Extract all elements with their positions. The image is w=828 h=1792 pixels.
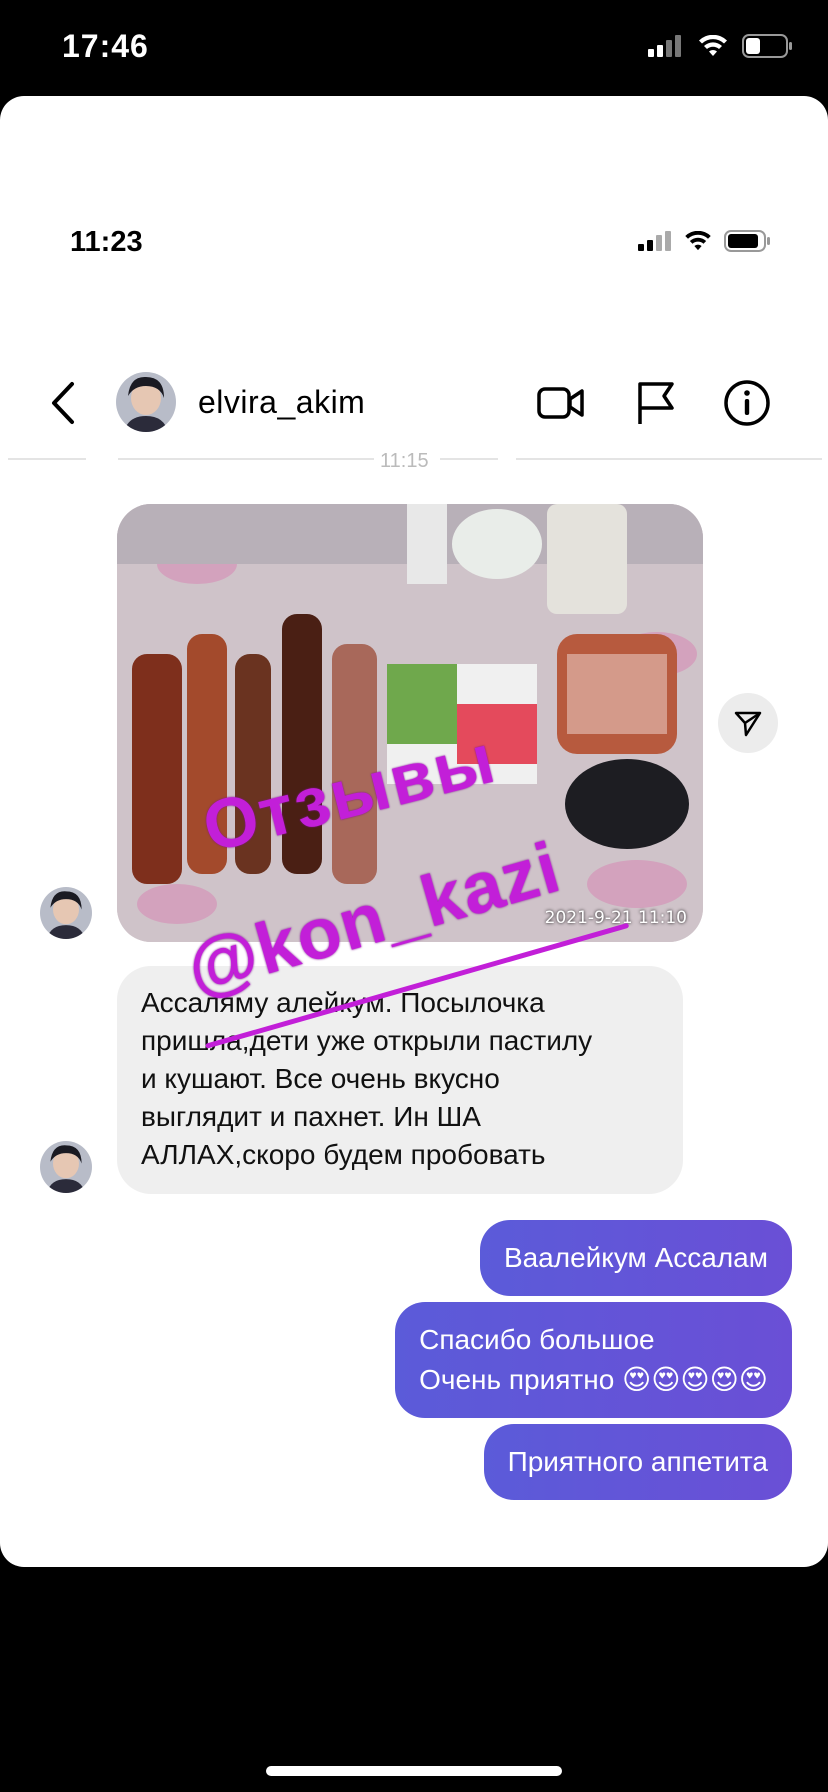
share-button[interactable] (718, 693, 778, 753)
chat-header: elvira_akim (0, 360, 828, 446)
flag-icon[interactable] (632, 378, 682, 428)
message-text: Спасибо большое (419, 1324, 655, 1355)
info-icon[interactable] (722, 378, 772, 428)
inner-status-icons (638, 230, 772, 252)
outgoing-message-bubble: Спасибо большое Очень приятно 😍😍😍😍😍 (395, 1302, 792, 1418)
message-text: Очень приятно 😍😍😍😍😍 (419, 1364, 768, 1395)
cellular-signal-icon (638, 231, 671, 251)
divider (118, 458, 374, 460)
message-line: и кушают. Все очень вкусно (141, 1063, 500, 1094)
home-indicator[interactable] (266, 1766, 562, 1776)
sender-avatar[interactable] (40, 1141, 92, 1193)
story-card: 11:23 elvira_akim 11:15 2021-9-21 11:10 … (0, 96, 828, 1567)
outgoing-message-bubble: Приятного аппетита (483, 1424, 792, 1500)
cellular-signal-icon (648, 35, 681, 57)
video-call-icon[interactable] (536, 378, 586, 428)
inner-clock: 11:23 (70, 226, 143, 258)
divider (440, 458, 498, 460)
outer-status-icons (648, 34, 794, 58)
username[interactable]: elvira_akim (198, 384, 365, 421)
divider (8, 458, 86, 460)
wifi-icon (685, 231, 711, 251)
message-line: АЛЛАХ,скоро будем пробовать (141, 1139, 546, 1170)
outer-clock: 17:46 (62, 28, 149, 64)
send-icon (734, 711, 762, 737)
battery-icon (724, 230, 770, 252)
back-arrow-icon[interactable] (44, 380, 84, 426)
wifi-icon (699, 35, 727, 56)
outgoing-message-bubble: Ваалейкум Ассалам (479, 1220, 792, 1296)
message-line: выглядит и пахнет. Ин ША (141, 1101, 481, 1132)
divider (516, 458, 822, 460)
message-timestamp: 11:15 (380, 450, 429, 472)
sender-avatar[interactable] (40, 887, 92, 939)
message-text: Ваалейкум Ассалам (503, 1242, 768, 1273)
message-text: Приятного аппетита (507, 1446, 768, 1477)
battery-icon (742, 34, 792, 58)
outer-status-bar: 17:46 (0, 0, 828, 96)
avatar[interactable] (116, 372, 176, 432)
